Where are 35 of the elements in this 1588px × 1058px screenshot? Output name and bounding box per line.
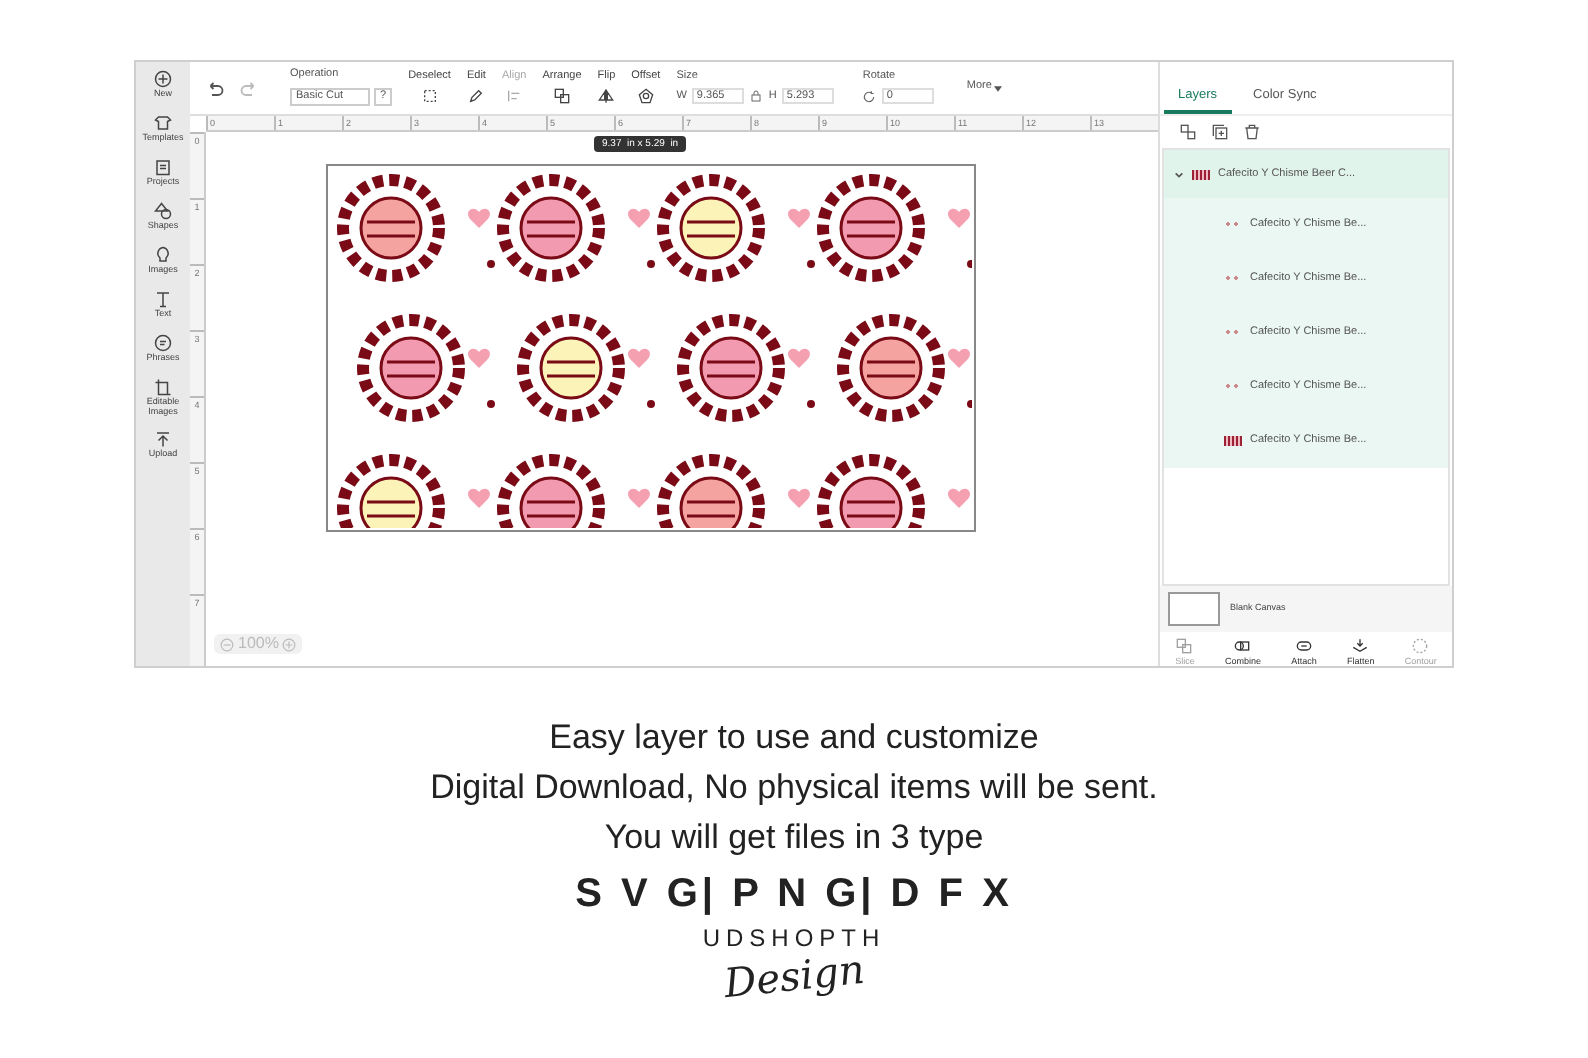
action-icon	[1234, 637, 1251, 653]
tool-icon	[421, 88, 438, 105]
lock-icon[interactable]	[750, 90, 763, 103]
layer-thumbnail-icon	[1192, 169, 1210, 179]
sidebar-icon	[154, 113, 172, 132]
action-icon	[1412, 637, 1429, 653]
promo-text: Digital Download, No physical items will be sent.	[430, 766, 1158, 810]
tool-icon	[468, 88, 485, 105]
sidebar-icon	[154, 157, 172, 176]
promo-text: Easy layer to use and customize	[549, 716, 1039, 760]
sidebar-icon	[154, 289, 172, 308]
trash-icon[interactable]	[1244, 124, 1260, 140]
action-icon	[1352, 637, 1369, 653]
action-icon	[1176, 637, 1193, 653]
sidebar-icon	[154, 377, 172, 396]
rotate-icon	[862, 89, 877, 104]
tool-icon	[506, 88, 523, 105]
sidebar-icon	[154, 70, 172, 88]
duplicate-icon[interactable]	[1212, 124, 1228, 140]
file-formats: S V G| P N G| D F X	[575, 870, 1013, 920]
sidebar-icon	[154, 333, 172, 352]
sidebar-icon	[154, 245, 172, 264]
caret-icon	[993, 85, 1002, 91]
group-icon[interactable]	[1180, 124, 1196, 140]
canvas-swatch[interactable]	[1168, 591, 1220, 625]
sidebar-icon	[154, 430, 172, 449]
tool-icon	[553, 88, 570, 105]
expand-caret-icon[interactable]	[1174, 169, 1184, 179]
promo-text: You will get files in 3 type	[604, 816, 984, 860]
tool-icon	[637, 88, 654, 105]
sidebar-icon	[154, 201, 172, 220]
tool-icon	[598, 88, 615, 105]
layer-thumbnail-icon	[1224, 436, 1242, 446]
undo-icon[interactable]	[206, 79, 224, 97]
action-icon	[1295, 637, 1312, 653]
